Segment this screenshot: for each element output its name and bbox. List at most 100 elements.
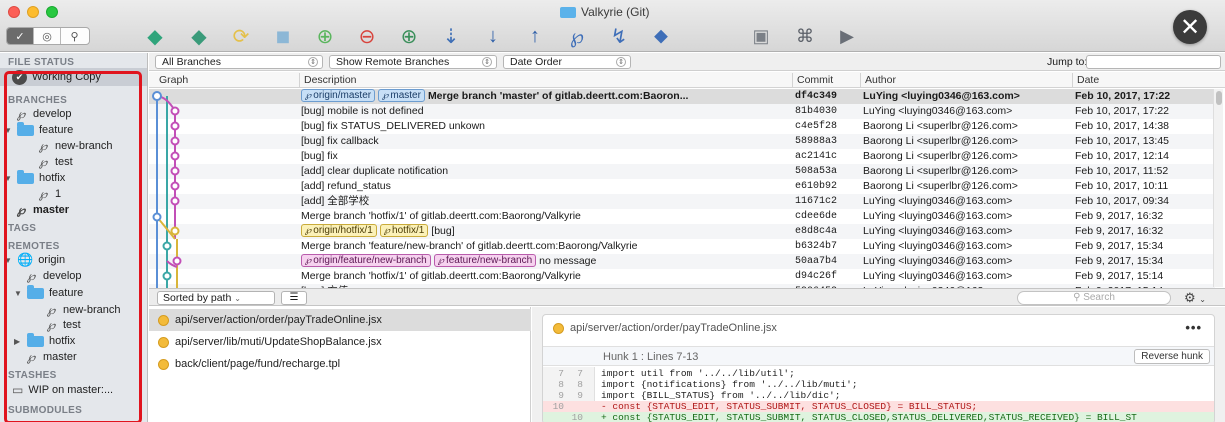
file-search-input[interactable]: ⚲ Search — [1017, 291, 1171, 305]
filter-bar: All Branches ⇕ Show Remote Branches ⇕ Date… — [149, 53, 1225, 71]
close-icon[interactable]: ✕ — [1173, 10, 1207, 44]
remote-tool-icon[interactable]: ⌘ — [792, 24, 818, 48]
more-options-icon[interactable]: ••• — [1185, 320, 1202, 335]
git-flow-tool-icon[interactable]: ▣ — [748, 24, 774, 48]
history-view-icon[interactable]: ✓ — [7, 28, 34, 44]
branch-tag-badge[interactable]: ℘ feature/new-branch — [433, 254, 537, 267]
view-mode-segmented-control[interactable]: ✓ ◎ ⚲ — [6, 27, 90, 45]
diff-code: + const {STATUS_EDIT, STATUS_SUBMIT, STA… — [601, 412, 1137, 422]
commit-author: LuYing <luying0346@163.com> — [863, 195, 1013, 207]
close-window-button[interactable] — [8, 6, 20, 18]
push-tool-icon[interactable]: ↑ — [522, 24, 548, 48]
diff-line[interactable]: 9 9 import {BILL_STATUS} from '../../lib/… — [543, 390, 1214, 401]
commit-tool-icon[interactable]: ◆ — [142, 24, 168, 48]
add-remove-tool-icon[interactable]: ⊕ — [396, 24, 422, 48]
diff-line[interactable]: 7 7 import util from '../../lib/util'; — [543, 368, 1214, 379]
diff-line[interactable]: 10 - const {STATUS_EDIT, STATUS_SUBMIT, S… — [543, 401, 1214, 412]
graph-node — [162, 241, 172, 251]
branches-filter-popup[interactable]: All Branches ⇕ — [155, 55, 323, 69]
column-date[interactable]: Date — [1072, 73, 1099, 87]
column-author[interactable]: Author — [860, 73, 896, 87]
tag-tool-icon[interactable]: ⬥ — [648, 24, 674, 48]
commit-hash: 50aa7b4 — [795, 256, 838, 267]
branch-tag-badge[interactable]: ℘ master — [378, 89, 425, 102]
chevron-updown-icon: ⇕ — [482, 57, 492, 67]
scroll-thumb[interactable] — [1216, 91, 1222, 105]
commit-description: [bug] fix callback — [301, 135, 379, 147]
list-view-icon[interactable]: ☰ — [281, 291, 307, 305]
gear-icon[interactable]: ⚙ ⌄ — [1177, 290, 1213, 305]
discard-tool-icon[interactable]: ⟳ — [228, 24, 254, 48]
commit-table-scrollbar[interactable] — [1213, 89, 1223, 287]
terminal-tool-icon[interactable]: ▶ — [834, 24, 860, 48]
table-row[interactable]: [add] refund_status e610b92 Baorong Li <su… — [149, 179, 1215, 194]
column-commit[interactable]: Commit — [792, 73, 833, 87]
reverse-hunk-button[interactable]: Reverse hunk — [1134, 349, 1210, 364]
commit-date: Feb 9, 2017, 15:34 — [1075, 255, 1164, 267]
branch-tag-badge[interactable]: ℘ origin/feature/new-branch — [301, 254, 431, 267]
remove-tool-icon[interactable]: ⊖ — [354, 24, 380, 48]
new-line-number: 7 — [577, 368, 583, 379]
commit-description: ℘ origin/feature/new-branch ℘ feature/new-b… — [301, 254, 791, 269]
table-row[interactable]: [bug] fix callback 58988a3 Baorong Li <sup… — [149, 134, 1215, 149]
branch-icon: ℘ — [382, 91, 389, 101]
table-row[interactable]: Merge branch 'hotfix/1' of gitlab.deertt… — [149, 269, 1215, 284]
diff-code: - const {STATUS_EDIT, STATUS_SUBMIT, STA… — [601, 401, 978, 412]
branch-icon: ℘ — [305, 256, 312, 266]
add-tool-icon[interactable]: ⊕ — [312, 24, 338, 48]
list-item[interactable]: api/server/lib/muti/UpdateShopBalance.js… — [149, 331, 531, 353]
branch-tag-badge[interactable]: ℘ hotfix/1 — [379, 224, 429, 237]
table-row[interactable]: ℘ origin/master ℘ master Merge branch 'maste… — [149, 89, 1215, 104]
sort-popup[interactable]: Sorted by path ⌄ — [157, 291, 275, 305]
file-status-header: FILE STATUS — [8, 57, 75, 68]
table-row[interactable]: ℘ origin/hotfix/1 ℘ hotfix/1 [bug] e8d8c4a LuY… — [149, 224, 1215, 239]
order-popup[interactable]: Date Order ⇕ — [503, 55, 631, 69]
chevron-updown-icon: ⇕ — [308, 57, 318, 67]
table-row[interactable]: [bug] fix STATUS_DELIVERED unkown c4e5f28… — [149, 119, 1215, 134]
pull-tool-icon[interactable]: ↓ — [480, 24, 506, 48]
table-row[interactable]: [add] 全部学校 11671c2 LuYing <luying0346@163.… — [149, 194, 1215, 209]
jump-to-field[interactable] — [1086, 55, 1221, 69]
branch-tag-badge[interactable]: ℘ origin/master — [301, 89, 376, 102]
table-row[interactable]: Merge branch 'hotfix/1' of gitlab.deertt… — [149, 209, 1215, 224]
commit-author: Baorong Li <superlbr@126.com> — [863, 120, 1018, 132]
list-item[interactable]: back/client/page/fund/recharge.tpl — [149, 353, 531, 375]
new-line-number: 10 — [571, 412, 583, 422]
column-description[interactable]: Description — [299, 73, 357, 87]
table-row[interactable]: [bug] fix ac2141c Baorong Li <superlbr@126… — [149, 149, 1215, 164]
file-status-view-icon[interactable]: ◎ — [34, 28, 61, 44]
commit-hash: e610b92 — [795, 181, 838, 192]
branch-tool-icon[interactable]: ℘ — [564, 24, 590, 48]
commit-description: Merge branch 'hotfix/1' of gitlab.deertt… — [301, 210, 581, 222]
column-graph[interactable]: Graph — [155, 73, 188, 87]
branch-tag-badge[interactable]: ℘ origin/hotfix/1 — [301, 224, 377, 237]
zoom-window-button[interactable] — [46, 6, 58, 18]
commit-date: Feb 9, 2017, 15:34 — [1075, 240, 1164, 252]
minimize-window-button[interactable] — [27, 6, 39, 18]
table-row[interactable]: ℘ origin/feature/new-branch ℘ feature/new-b… — [149, 254, 1215, 269]
table-row[interactable]: [add] clear duplicate notification 508a53… — [149, 164, 1215, 179]
old-line-number: 8 — [558, 379, 564, 390]
commit-hash: c4e5f28 — [795, 121, 838, 132]
commit-hash: df4c349 — [795, 91, 838, 102]
table-row[interactable]: Merge branch 'feature/new-branch' of git… — [149, 239, 1215, 254]
commit-date: Feb 10, 2017, 14:38 — [1075, 120, 1169, 132]
table-row[interactable]: [bug] mobile is not defined 81b4030 LuYing… — [149, 104, 1215, 119]
diff-code: import {notifications} from '../../lib/m… — [601, 379, 858, 390]
search-view-icon[interactable]: ⚲ — [61, 28, 88, 44]
remote-branches-popup[interactable]: Show Remote Branches ⇕ — [329, 55, 497, 69]
modified-status-icon — [553, 322, 564, 334]
commit-author: LuYing <luying0346@163.com> — [863, 210, 1013, 222]
checkout-tool-icon[interactable]: ◆ — [186, 24, 212, 48]
commit-description: [add] 全部学校 — [301, 195, 370, 207]
fetch-tool-icon[interactable]: ⇣ — [438, 24, 464, 48]
diff-line[interactable]: 8 8 import {notifications} from '../../li… — [543, 379, 1214, 390]
merge-tool-icon[interactable]: ↯ — [606, 24, 632, 48]
search-icon: ⚲ — [1073, 292, 1081, 303]
graph-node — [170, 226, 180, 236]
title-bar: Valkyrie (Git) ✓ ◎ ⚲ ◆ ◆ ⟳ ◼ ⊕ ⊖ ⊕ ⇣ ↓ ↑… — [0, 0, 1225, 52]
stash-tool-icon[interactable]: ◼ — [270, 24, 296, 48]
graph-node — [170, 106, 180, 116]
diff-line[interactable]: 10 + const {STATUS_EDIT, STATUS_SUBMIT, S… — [543, 412, 1214, 422]
list-item[interactable]: api/server/action/order/payTradeOnline.j… — [149, 309, 531, 331]
